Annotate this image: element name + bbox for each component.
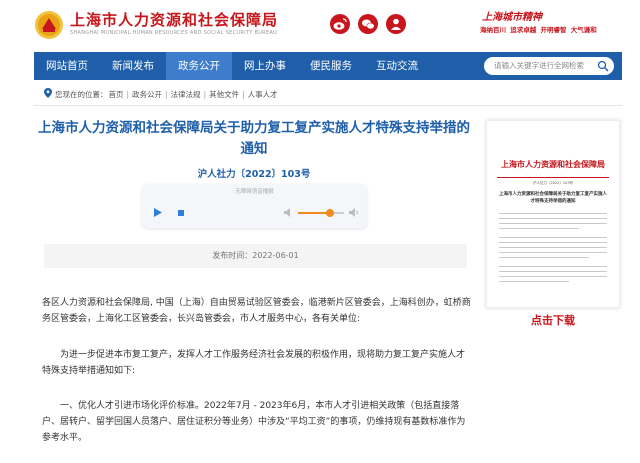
volume-handle[interactable]: [326, 209, 335, 217]
publish-date: 发布时间：2022-06-01: [212, 251, 299, 260]
download-link[interactable]: 点击下载: [486, 312, 620, 328]
publish-bar: 发布时间：2022-06-01: [44, 244, 467, 268]
preview-text-line: [499, 281, 569, 282]
nav-item-online-service[interactable]: 网上办事: [232, 52, 298, 80]
document-preview[interactable]: 上海市人力资源和社会保障局 沪人社力〔2022〕103号 上海市人力资源和社会保…: [486, 120, 620, 308]
main-nav: 网站首页 新闻发布 政务公开 网上办事 便民服务 互动交流 请输入关键字进行全网…: [34, 52, 622, 80]
volume-slider[interactable]: [298, 212, 344, 214]
search-input[interactable]: 请输入关键字进行全网检索: [494, 57, 584, 75]
breadcrumb-separator: |: [126, 90, 130, 99]
site-header: 上海市人力资源和社会保障局 SHANGHAI MUNICIPAL HUMAN R…: [0, 0, 640, 50]
search-icon[interactable]: [597, 60, 609, 72]
preview-title: 上海市人力资源和社会保障局关于助力复工复产实施人才特殊支持举措的通知: [499, 192, 607, 204]
article-title: 上海市人力资源和社会保障局关于助力复工复产实施人才特殊支持举措的通知: [38, 120, 470, 157]
weibo-icon[interactable]: [330, 14, 350, 34]
breadcrumb-separator: |: [242, 90, 245, 99]
article-paragraph: 为进一步促进本市复工复产，发挥人才工作服务经济社会发展的积极作用，现将助力复工复…: [42, 350, 466, 376]
breadcrumb-label: 您现在的位置：: [55, 90, 108, 99]
city-spirit-slogan: 海纳百川 追求卓越 开明睿智 大气谦和: [480, 26, 597, 34]
nav-item-news[interactable]: 新闻发布: [100, 52, 166, 80]
nav-item-home[interactable]: 网站首页: [34, 52, 100, 80]
audio-player: 无障碍语音播报: [142, 184, 367, 228]
site-subtitle: SHANGHAI MUNICIPAL HUMAN RESOURCES AND S…: [70, 30, 278, 36]
preview-red-line: [497, 177, 609, 178]
preview-text-line: [499, 247, 607, 248]
bureau-logo[interactable]: [34, 10, 64, 40]
preview-text-line: [499, 266, 607, 267]
stop-icon[interactable]: [178, 210, 184, 216]
preview-text-line: [499, 213, 607, 214]
divider: [34, 105, 622, 106]
person-icon[interactable]: [386, 14, 406, 34]
city-spirit-title: 上海城市精神: [482, 12, 542, 23]
breadcrumb-personnel[interactable]: 人事人才: [248, 90, 278, 99]
doc-number: 沪人社力〔2022〕103号: [197, 169, 311, 180]
preview-text-line: [499, 276, 607, 277]
breadcrumb-home[interactable]: 首页: [109, 90, 124, 99]
preview-doc-number: 沪人社力〔2022〕103号: [532, 181, 574, 185]
player-caption: 无障碍语音播报: [235, 189, 274, 195]
breadcrumb: 您现在的位置：首页 | 政务公开 | 法律法规 | 其他文件 | 人事人才: [44, 88, 279, 100]
preview-text-line: [499, 252, 607, 253]
breadcrumb-other-docs[interactable]: 其他文件: [209, 90, 239, 99]
site-title[interactable]: 上海市人力资源和社会保障局: [70, 9, 278, 30]
preview-text-line: [499, 271, 607, 272]
speaker-loud-icon[interactable]: [349, 208, 359, 217]
article-paragraph: 一、优化人才引进市场化评价标准。2022年7月 - 2023年6月，本市人才引进…: [42, 401, 466, 443]
location-pin-icon: [44, 88, 52, 98]
breadcrumb-separator: |: [203, 90, 207, 99]
preview-org: 上海市人力资源和社会保障局: [501, 160, 605, 169]
preview-text-line: [499, 218, 607, 219]
article-paragraph: 各区人力资源和社会保障局, 中国（上海）自由贸易试验区管委会，临港新片区管委会，…: [42, 298, 471, 324]
wechat-icon[interactable]: [358, 14, 378, 34]
preview-text-line: [499, 257, 589, 258]
breadcrumb-gov-affairs[interactable]: 政务公开: [132, 90, 162, 99]
play-icon[interactable]: [154, 208, 162, 217]
nav-item-public-service[interactable]: 便民服务: [298, 52, 364, 80]
preview-text-line: [499, 237, 607, 238]
breadcrumb-laws[interactable]: 法律法规: [171, 90, 201, 99]
nav-item-interaction[interactable]: 互动交流: [364, 52, 430, 80]
nav-item-gov-affairs[interactable]: 政务公开: [166, 52, 232, 80]
preview-text-line: [499, 242, 607, 243]
preview-text-line: [499, 228, 579, 229]
speaker-icon[interactable]: [284, 208, 292, 217]
breadcrumb-separator: |: [165, 90, 168, 99]
preview-text-line: [499, 223, 607, 224]
search-box[interactable]: 请输入关键字进行全网检索: [484, 57, 614, 75]
